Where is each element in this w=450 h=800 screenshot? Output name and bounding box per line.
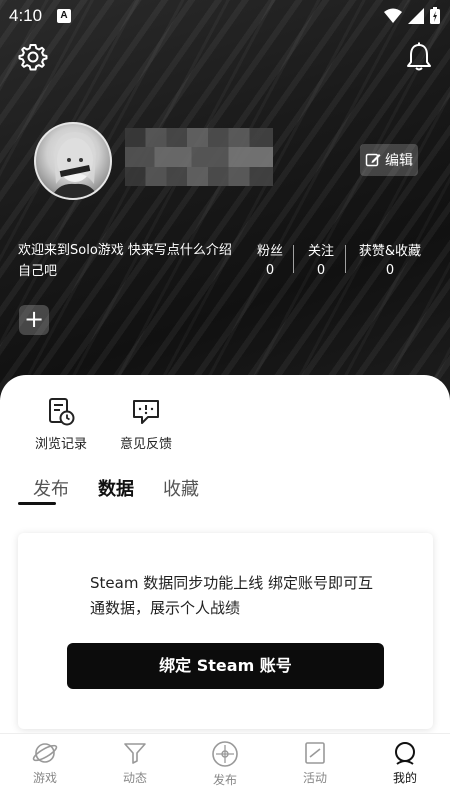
steam-bind-message: Steam 数据同步功能上线 绑定账号即可互通数据，展示个人战绩 [90,574,373,617]
nav-item-mine-label: 我的 [392,771,417,785]
notification-a-icon: A [57,9,71,23]
tab-publish[interactable]: 发布 [33,475,69,501]
stat-fans-label: 粉丝 [256,244,283,259]
edit-icon [365,153,381,167]
nav-item-publish-label: 发布 [212,773,237,787]
content-tabs: 发布 数据 收藏 [0,475,450,515]
stat-divider [345,245,346,273]
filter-icon [124,743,146,764]
stat-fans[interactable]: 粉丝 0 [255,240,285,278]
profile-icon [395,742,415,765]
nav-item-games[interactable]: 游戏 [15,740,75,786]
profile-header-background [0,0,450,400]
steam-bind-card: Steam 数据同步功能上线 绑定账号即可互通数据，展示个人战绩 绑定 Stea… [18,533,433,729]
quick-action-history[interactable]: 浏览记录 [26,397,96,452]
nav-item-mine[interactable]: 我的 [375,740,435,786]
stat-following-value: 0 [316,263,326,278]
active-tab-indicator [18,502,56,505]
signal-icon [408,7,424,24]
stat-likes-value: 0 [385,263,395,278]
quick-action-feedback[interactable]: 意见反馈 [111,397,181,452]
tab-favorites[interactable]: 收藏 [163,475,199,501]
stat-likes-label: 获赞&收藏 [358,244,422,259]
feedback-icon [133,400,159,424]
nav-item-games-label: 游戏 [32,771,57,785]
edit-label: 编辑 [385,153,413,169]
history-icon [49,398,75,426]
stat-likes[interactable]: 获赞&收藏 0 [357,240,423,278]
status-icons [384,7,440,24]
nav-item-publish[interactable]: 发布 [195,740,255,788]
settings-gear-icon[interactable] [18,42,48,72]
profile-bio: 欢迎来到Solo游戏 快来写点什么介绍自己吧 [18,243,232,279]
nav-item-events[interactable]: 活动 [285,740,345,786]
stat-fans-value: 0 [265,263,275,278]
stat-following[interactable]: 关注 0 [305,240,337,278]
edit-profile-button[interactable]: 编辑 [360,144,418,176]
bottom-navigation: 游戏 动态 发布 活动 我的 [0,733,450,800]
battery-icon [430,7,440,24]
quick-action-history-label: 浏览记录 [34,437,87,452]
planet-icon [32,743,58,763]
stat-divider [293,245,294,273]
stat-following-label: 关注 [307,244,334,259]
add-button[interactable]: + [19,305,49,335]
nav-item-feed-label: 动态 [122,771,147,785]
status-bar: 4:10 A [0,0,450,32]
quick-action-feedback-label: 意见反馈 [119,437,172,452]
nav-item-events-label: 活动 [302,771,327,785]
username-pixelated [125,128,273,186]
compass-icon [212,741,238,767]
user-avatar[interactable] [34,122,112,200]
notification-bell-icon[interactable] [405,42,433,72]
nav-item-feed[interactable]: 动态 [105,740,165,786]
bind-steam-button[interactable]: 绑定 Steam 账号 [67,643,384,689]
tab-data[interactable]: 数据 [98,475,134,501]
activity-icon [305,742,325,764]
wifi-icon [384,8,402,23]
status-time: 4:10 [9,6,43,25]
